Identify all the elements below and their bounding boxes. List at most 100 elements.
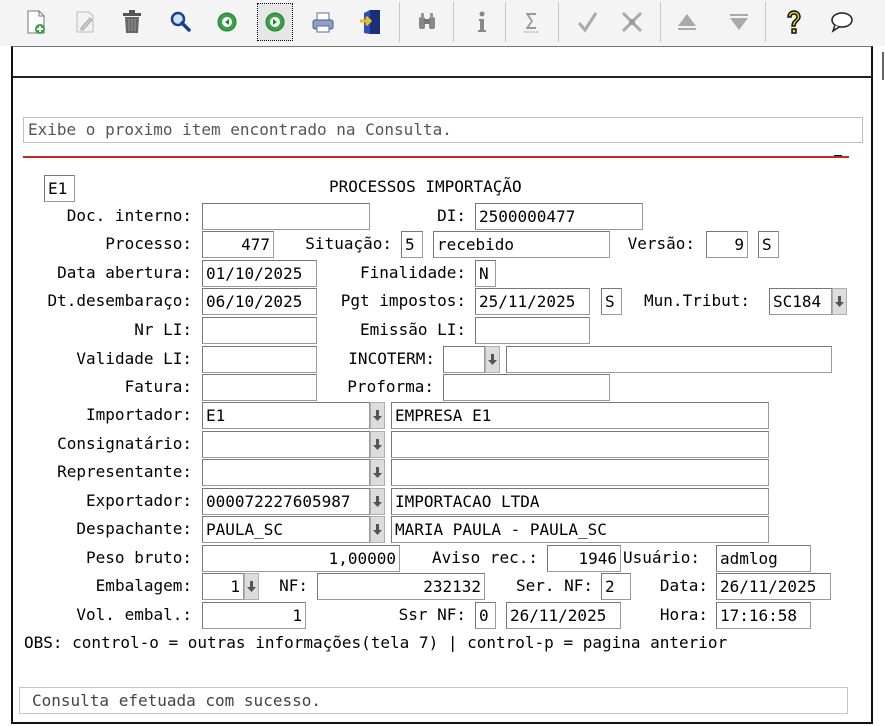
validade-li-field[interactable] <box>202 346 317 373</box>
cancel-icon[interactable] <box>615 4 649 40</box>
dt-desembaraco-field[interactable]: 06/10/2025 <box>202 288 317 315</box>
ssr-nf-date-field[interactable]: 26/11/2025 <box>506 602 621 629</box>
incoterm-field[interactable] <box>443 346 485 373</box>
hora-label: Hora: <box>659 605 708 624</box>
nf-label: NF: <box>279 576 308 595</box>
nr-li-label: Nr LI: <box>134 320 192 339</box>
despachante-lookup-icon[interactable] <box>370 516 385 543</box>
delete-icon[interactable] <box>115 4 149 40</box>
fatura-label: Fatura: <box>124 377 192 396</box>
toolbar <box>0 0 885 46</box>
versao-label: Versão: <box>627 234 695 253</box>
exportador-name-field: IMPORTACAO LTDA <box>391 488 769 515</box>
exportador-code-field[interactable]: 000072227605987 <box>202 488 370 515</box>
chat-icon[interactable] <box>825 4 859 40</box>
data-abertura-field[interactable]: 01/10/2025 <box>202 260 317 287</box>
vol-embal-label: Vol. embal.: <box>76 605 192 624</box>
emissao-li-field[interactable] <box>475 317 590 344</box>
data-label: Data: <box>659 576 708 595</box>
peso-bruto-label: Peso bruto: <box>86 548 192 567</box>
usuario-label: Usuário: <box>623 548 701 567</box>
divider <box>13 76 873 78</box>
embalagem-field[interactable]: 1 <box>202 573 244 600</box>
ser-nf-field[interactable]: 2 <box>601 573 631 600</box>
processo-label: Processo: <box>105 234 192 253</box>
mun-tribut-label: Mun.Tribut: <box>644 291 750 310</box>
data-abertura-label: Data abertura: <box>57 263 192 282</box>
red-divider <box>23 156 849 158</box>
exit-icon[interactable] <box>354 4 388 40</box>
confirm-icon[interactable] <box>570 4 604 40</box>
previous-icon[interactable] <box>210 4 244 40</box>
data-field[interactable]: 26/11/2025 <box>716 573 831 600</box>
doc-interno-field[interactable] <box>202 203 370 230</box>
ssr-nf-field[interactable]: 0 <box>475 602 496 629</box>
importador-code-field[interactable]: E1 <box>202 402 370 429</box>
down-icon[interactable] <box>722 4 756 40</box>
aviso-rec-label: Aviso rec.: <box>432 548 538 567</box>
peso-bruto-field[interactable]: 1,00000 <box>202 545 400 572</box>
consignatario-label: Consignatário: <box>57 434 192 453</box>
situacao-label: Situação: <box>305 234 392 253</box>
embalagem-lookup-icon[interactable] <box>244 573 259 600</box>
binoculars-icon[interactable] <box>410 4 444 40</box>
representante-name-field <box>391 459 769 486</box>
message-bar: Exibe o proximo item encontrado na Consu… <box>23 117 863 143</box>
next-icon[interactable] <box>257 3 293 41</box>
mun-tribut-lookup-icon[interactable] <box>832 288 847 315</box>
nr-li-field[interactable] <box>202 317 317 344</box>
versao-field[interactable]: 9 <box>706 231 748 258</box>
fatura-field[interactable] <box>202 374 317 401</box>
finalidade-field[interactable]: N <box>475 260 496 287</box>
despachante-label: Despachante: <box>76 519 192 538</box>
sum-icon[interactable] <box>514 4 548 40</box>
mun-tribut-field[interactable]: SC184 <box>769 288 832 315</box>
versao-flag-field[interactable]: S <box>758 231 779 258</box>
importador-label: Importador: <box>86 405 192 424</box>
print-icon[interactable] <box>306 4 340 40</box>
info-icon[interactable] <box>465 4 499 40</box>
doc-interno-label: Doc. interno: <box>66 206 192 225</box>
ssr-nf-label: Ssr NF: <box>398 605 466 624</box>
aviso-rec-field[interactable]: 1946 <box>547 545 621 572</box>
edit-icon[interactable] <box>68 4 102 40</box>
dt-desembaraco-label: Dt.desembaraço: <box>47 291 193 310</box>
representante-label: Representante: <box>57 462 192 481</box>
representante-lookup-icon[interactable] <box>370 459 385 486</box>
help-icon[interactable] <box>777 4 811 40</box>
representante-code-field[interactable] <box>202 459 370 486</box>
di-label: DI: <box>437 206 466 225</box>
processo-field[interactable]: 477 <box>202 231 274 258</box>
importador-lookup-icon[interactable] <box>370 402 385 429</box>
di-field[interactable]: 2500000477 <box>475 203 643 230</box>
proforma-label: Proforma: <box>347 377 434 396</box>
divider-mark <box>834 155 842 156</box>
up-icon[interactable] <box>670 4 704 40</box>
nf-field[interactable]: 232132 <box>317 573 485 600</box>
embalagem-label: Embalagem: <box>95 576 192 595</box>
despachante-name-field: MARIA PAULA - PAULA_SC <box>391 516 769 543</box>
consignatario-lookup-icon[interactable] <box>370 431 385 458</box>
new-document-icon[interactable] <box>19 4 53 40</box>
importador-name-field: EMPRESA E1 <box>391 402 769 429</box>
incoterm-lookup-icon[interactable] <box>485 346 500 373</box>
despachante-code-field[interactable]: PAULA_SC <box>202 516 370 543</box>
exportador-label: Exportador: <box>86 491 192 510</box>
obs-text: OBS: control-o = outras informações(tela… <box>24 633 728 652</box>
scrollbar-stub <box>882 52 884 80</box>
page-title: PROCESSOS IMPORTAÇÃO <box>329 177 522 196</box>
exportador-lookup-icon[interactable] <box>370 488 385 515</box>
proforma-field[interactable] <box>443 374 610 401</box>
pgt-flag-field[interactable]: S <box>601 288 622 315</box>
validade-li-label: Validade LI: <box>76 349 192 368</box>
ser-nf-label: Ser. NF: <box>515 576 593 595</box>
hora-field[interactable]: 17:16:58 <box>716 602 811 629</box>
situacao-code-field[interactable]: 5 <box>401 231 423 258</box>
situacao-desc-field: recebido <box>433 231 610 258</box>
consignatario-name-field <box>391 431 769 458</box>
pgt-impostos-field[interactable]: 25/11/2025 <box>475 288 590 315</box>
search-icon[interactable] <box>163 4 197 40</box>
consignatario-code-field[interactable] <box>202 431 370 458</box>
emissao-li-label: Emissão LI: <box>360 320 466 339</box>
vol-embal-field[interactable]: 1 <box>202 602 306 629</box>
